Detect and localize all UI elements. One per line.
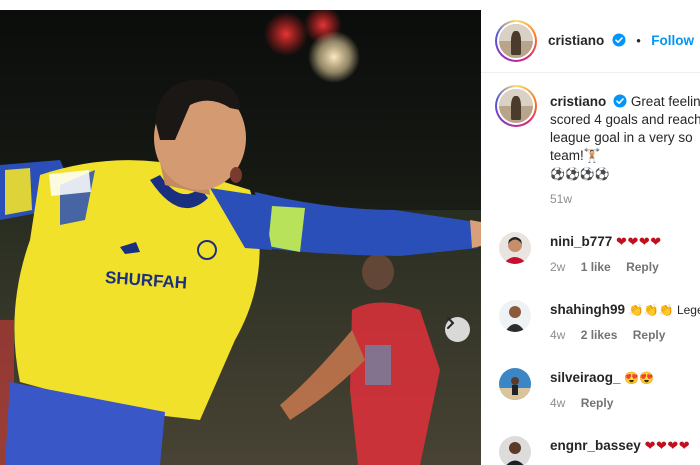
commenter-avatar[interactable]: [499, 300, 531, 332]
caption-line-1: Great feeling to have: [630, 94, 700, 109]
comment-text: ❤❤❤❤: [616, 234, 662, 249]
comment-text: 😍😍: [624, 371, 655, 385]
comment-likes[interactable]: 2 likes: [581, 328, 618, 342]
caption-text: cristiano Great feeling to have scored 4…: [550, 93, 700, 208]
follow-button[interactable]: Follow: [651, 33, 694, 48]
comment-text-line: nini_b777 ❤❤❤❤: [550, 234, 662, 250]
comment-likes[interactable]: 1 like: [581, 260, 611, 274]
comment-age[interactable]: 4w: [550, 328, 565, 342]
commenter-avatar[interactable]: [499, 232, 531, 264]
photo-scene: SHURFAH: [0, 10, 481, 465]
stadium-light-white: [308, 31, 360, 83]
comment-text: 👏👏👏 Legend: [628, 303, 700, 317]
reply-button[interactable]: Reply: [581, 396, 614, 410]
caption-age[interactable]: 51w: [550, 192, 572, 206]
comment-username[interactable]: shahingh99: [550, 302, 625, 317]
comment-age[interactable]: 4w: [550, 396, 565, 410]
stadium-light-red: [264, 12, 308, 56]
caption-meta: 51w: [550, 190, 700, 208]
comment-meta: 2w 1 like Reply: [550, 260, 671, 274]
comment-age[interactable]: 2w: [550, 260, 565, 274]
caption-avatar[interactable]: [495, 85, 537, 127]
commenter-avatar[interactable]: [499, 436, 531, 465]
caption-emoji-line: ⚽⚽⚽⚽: [550, 167, 610, 181]
next-photo-button[interactable]: [445, 317, 470, 342]
caption-line-4: team!🏋🏻: [550, 148, 601, 163]
comment-text-line: engnr_bassey ❤❤❤❤: [550, 438, 690, 454]
caption-line-2: scored 4 goals and reached: [550, 112, 700, 127]
comment-text-line: silveiraog_ 😍😍: [550, 370, 654, 385]
header-separator: •: [636, 33, 641, 48]
author-avatar[interactable]: [495, 20, 537, 62]
comment-meta: 4w Reply: [550, 396, 625, 410]
commenter-avatar[interactable]: [499, 368, 531, 400]
reply-button[interactable]: Reply: [626, 260, 659, 274]
comment-text-line: shahingh99 👏👏👏 Legend: [550, 302, 700, 317]
comment-username[interactable]: nini_b777: [550, 234, 612, 249]
post-photo: SHURFAH: [0, 10, 481, 465]
comment-username[interactable]: engnr_bassey: [550, 438, 641, 453]
verified-badge-icon: [613, 94, 627, 108]
comment-meta: 4w 2 likes Reply: [550, 328, 677, 342]
comment-username[interactable]: silveiraog_: [550, 370, 621, 385]
header-meta: cristiano • Follow: [548, 32, 694, 50]
post-header: cristiano • Follow: [481, 10, 700, 73]
verified-badge-icon: [612, 33, 626, 47]
caption-username[interactable]: cristiano: [550, 94, 606, 109]
caption-line-3: league goal in a very so: [550, 130, 693, 145]
comment-text: ❤❤❤❤: [644, 438, 691, 453]
reply-button[interactable]: Reply: [633, 328, 666, 342]
post-side-panel: cristiano • Follow cristiano Great feeli…: [481, 10, 700, 465]
author-username[interactable]: cristiano: [548, 33, 604, 48]
chevron-right-icon: [447, 317, 454, 329]
